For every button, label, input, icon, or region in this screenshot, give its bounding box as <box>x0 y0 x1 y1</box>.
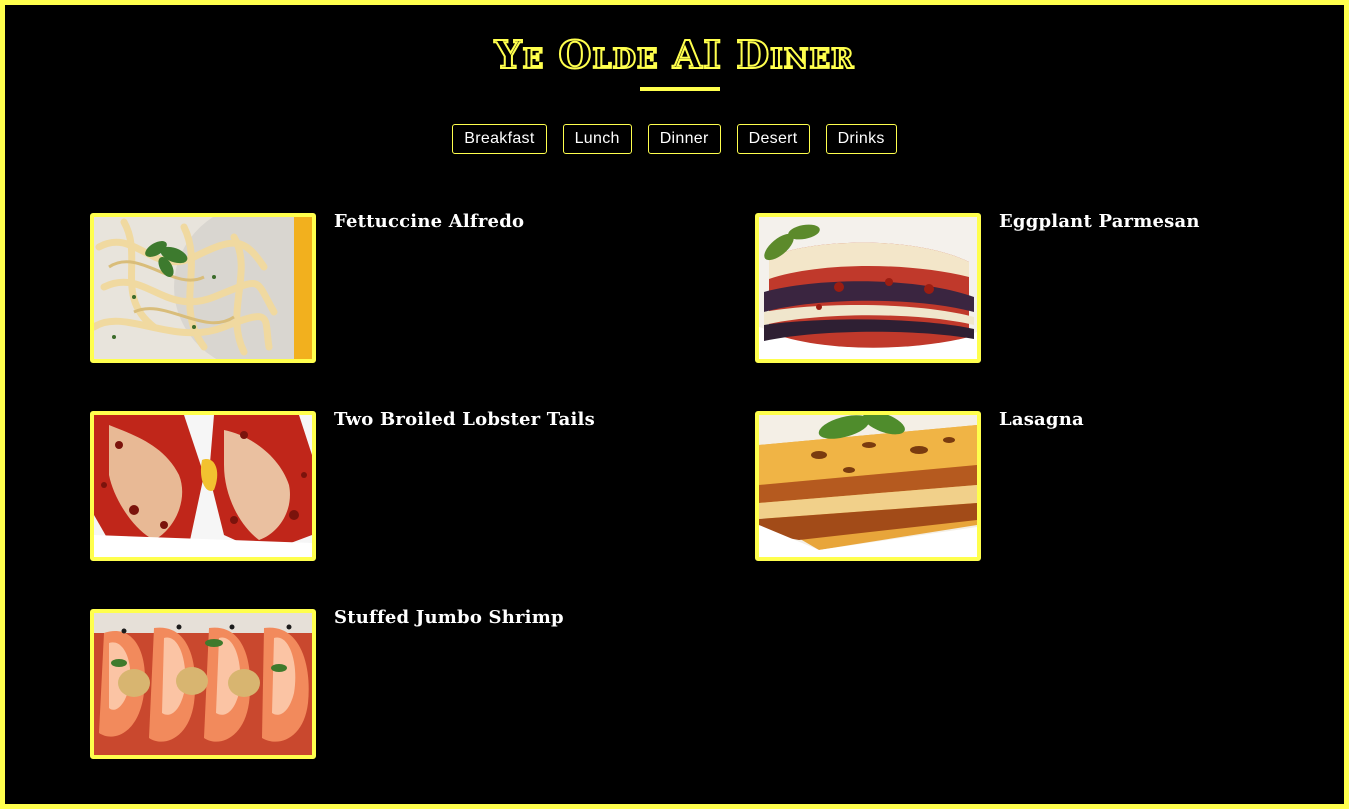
category-nav: Breakfast Lunch Dinner Desert Drinks <box>5 124 1344 154</box>
menu-item: Eggplant Parmesan <box>755 211 1315 363</box>
fettuccine-alfredo-photo <box>90 213 316 363</box>
nav-button-dinner[interactable]: Dinner <box>647 124 721 154</box>
lasagna-photo <box>755 411 981 561</box>
menu-item-name: Eggplant Parmesan <box>999 211 1200 232</box>
menu-item-name: Two Broiled Lobster Tails <box>334 409 595 430</box>
menu-item-name: Stuffed Jumbo Shrimp <box>334 607 564 628</box>
menu-item: Stuffed Jumbo Shrimp <box>90 607 650 759</box>
lobster-tails-photo <box>90 411 316 561</box>
eggplant-parmesan-photo <box>755 213 981 363</box>
nav-button-drinks[interactable]: Drinks <box>825 124 897 154</box>
nav-button-lunch[interactable]: Lunch <box>562 124 632 154</box>
nav-button-desert[interactable]: Desert <box>736 124 810 154</box>
menu-item: Lasagna <box>755 409 1315 561</box>
menu-item-name: Lasagna <box>999 409 1084 430</box>
menu-item: Two Broiled Lobster Tails <box>90 409 650 561</box>
menu-item: Fettuccine Alfredo <box>90 211 650 363</box>
page-title: Ye Olde AI Diner <box>493 32 855 78</box>
nav-button-breakfast[interactable]: Breakfast <box>452 124 547 154</box>
title-underline <box>640 87 720 91</box>
menu-item-name: Fettuccine Alfredo <box>334 211 525 232</box>
page-frame: Ye Olde AI Diner Breakfast Lunch Dinner … <box>0 0 1349 809</box>
stuffed-shrimp-photo <box>90 609 316 759</box>
